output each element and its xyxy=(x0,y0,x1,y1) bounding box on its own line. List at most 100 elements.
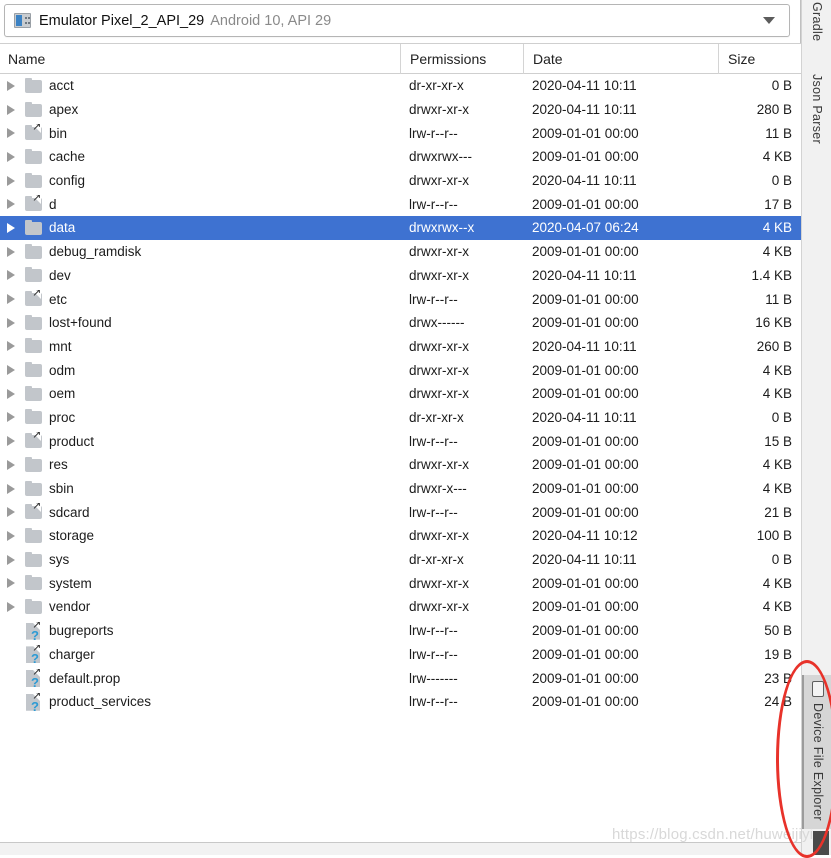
expand-arrow-icon[interactable] xyxy=(0,104,22,115)
column-header-size[interactable]: Size xyxy=(718,44,801,74)
file-size-cell: 16 KB xyxy=(755,315,792,331)
tool-tab-gradle-label: Gradle xyxy=(810,2,824,42)
file-date-cell: 2009-01-01 00:00 xyxy=(532,481,639,497)
file-permissions-cell: drwxr-xr-x xyxy=(409,386,469,402)
expand-arrow-icon[interactable] xyxy=(0,294,22,305)
column-header-name[interactable]: Name xyxy=(0,44,400,74)
file-permissions-cell: drwxr-xr-x xyxy=(409,102,469,118)
column-header-permissions[interactable]: Permissions xyxy=(400,44,523,74)
device-selector-combobox[interactable]: Emulator Pixel_2_API_29 Android 10, API … xyxy=(4,4,790,37)
file-date-cell: 2020-04-11 10:11 xyxy=(532,102,637,118)
device-phone-icon xyxy=(812,681,824,697)
file-name-label: charger xyxy=(49,646,95,662)
expand-arrow-icon[interactable] xyxy=(0,436,22,447)
table-row[interactable]: odm drwxr-xr-x 2009-01-01 00:00 4 KB xyxy=(0,358,801,382)
expand-arrow-icon[interactable] xyxy=(0,246,22,257)
table-row[interactable]: dev drwxr-xr-x 2020-04-11 10:11 1.4 KB xyxy=(0,264,801,288)
table-row[interactable]: ?bugreports lrw-r--r-- 2009-01-01 00:00 50 … xyxy=(0,619,801,643)
table-row[interactable]: d lrw-r--r-- 2009-01-01 00:00 17 B xyxy=(0,192,801,216)
expand-arrow-icon[interactable] xyxy=(0,388,22,399)
folder-icon xyxy=(22,314,46,332)
watermark-text: https://blog.csdn.net/huweijiyi xyxy=(612,826,814,843)
expand-arrow-icon[interactable] xyxy=(0,578,22,589)
table-row[interactable]: storage drwxr-xr-x 2020-04-11 10:12 100 B xyxy=(0,524,801,548)
file-row-name-cell: data xyxy=(0,219,400,237)
folder-icon xyxy=(22,243,46,261)
file-permissions-cell: drwxr-xr-x xyxy=(409,244,469,260)
table-row[interactable]: bin lrw-r--r-- 2009-01-01 00:00 11 B xyxy=(0,121,801,145)
expand-arrow-icon[interactable] xyxy=(0,222,22,233)
file-size-cell: 17 B xyxy=(764,196,792,212)
file-date-cell: 2020-04-11 10:11 xyxy=(532,552,637,568)
folder-icon xyxy=(22,551,46,569)
table-row[interactable]: debug_ramdisk drwxr-xr-x 2009-01-01 00:00 4… xyxy=(0,240,801,264)
file-row-name-cell: lost+found xyxy=(0,314,400,332)
tool-tab-gradle[interactable]: Gradle xyxy=(802,2,831,41)
table-row[interactable]: system drwxr-xr-x 2009-01-01 00:00 4 KB xyxy=(0,571,801,595)
table-row[interactable]: sbin drwxr-x--- 2009-01-01 00:00 4 KB xyxy=(0,477,801,501)
file-name-label: product_services xyxy=(49,694,152,710)
file-date-cell: 2020-04-07 06:24 xyxy=(532,220,639,236)
expand-arrow-icon[interactable] xyxy=(0,128,22,139)
expand-arrow-icon[interactable] xyxy=(0,412,22,423)
file-row-name-cell: config xyxy=(0,172,400,190)
table-row[interactable]: oem drwxr-xr-x 2009-01-01 00:00 4 KB xyxy=(0,382,801,406)
table-row[interactable]: product lrw-r--r-- 2009-01-01 00:00 15 B xyxy=(0,429,801,453)
expand-arrow-icon[interactable] xyxy=(0,483,22,494)
folder-icon xyxy=(22,172,46,190)
file-name-label: product xyxy=(49,433,95,449)
file-permissions-cell: drwxr-xr-x xyxy=(409,575,469,591)
table-row[interactable]: ?default.prop lrw------- 2009-01-01 00:00 2… xyxy=(0,666,801,690)
file-permissions-cell: drwxr-xr-x xyxy=(409,528,469,544)
file-permissions-cell: drwxr-xr-x xyxy=(409,173,469,189)
file-name-label: oem xyxy=(49,386,76,402)
table-row[interactable]: proc dr-xr-xr-x 2020-04-11 10:11 0 B xyxy=(0,406,801,430)
table-row[interactable]: data drwxrwx--x 2020-04-07 06:24 4 KB xyxy=(0,216,801,240)
file-date-cell: 2009-01-01 00:00 xyxy=(532,670,639,686)
expand-arrow-icon[interactable] xyxy=(0,80,22,91)
table-row[interactable]: res drwxr-xr-x 2009-01-01 00:00 4 KB xyxy=(0,453,801,477)
file-row-name-cell: debug_ramdisk xyxy=(0,243,400,261)
column-header-date[interactable]: Date xyxy=(523,44,718,74)
table-row[interactable]: sdcard lrw-r--r-- 2009-01-01 00:00 21 B xyxy=(0,500,801,524)
file-name-label: proc xyxy=(49,409,76,425)
file-name-label: bugreports xyxy=(49,623,114,639)
expand-arrow-icon[interactable] xyxy=(0,270,22,281)
file-size-cell: 15 B xyxy=(764,433,792,449)
table-row[interactable]: etc lrw-r--r-- 2009-01-01 00:00 11 B xyxy=(0,287,801,311)
expand-arrow-icon[interactable] xyxy=(0,601,22,612)
table-row[interactable]: ?product_services lrw-r--r-- 2009-01-01 00… xyxy=(0,690,801,714)
table-row[interactable]: acct dr-xr-xr-x 2020-04-11 10:11 0 B xyxy=(0,74,801,98)
expand-arrow-icon[interactable] xyxy=(0,507,22,518)
table-row[interactable]: ?charger lrw-r--r-- 2009-01-01 00:00 19 B xyxy=(0,643,801,667)
expand-arrow-icon[interactable] xyxy=(0,151,22,162)
expand-arrow-icon[interactable] xyxy=(0,530,22,541)
tool-tab-device-file-explorer[interactable]: Device File Explorer xyxy=(802,675,831,829)
table-row[interactable]: vendor drwxr-xr-x 2009-01-01 00:00 4 KB xyxy=(0,595,801,619)
table-row[interactable]: cache drwxrwx--- 2009-01-01 00:00 4 KB xyxy=(0,145,801,169)
chevron-down-icon[interactable] xyxy=(763,17,775,24)
file-row-name-cell: dev xyxy=(0,266,400,284)
expand-arrow-icon[interactable] xyxy=(0,175,22,186)
table-row[interactable]: apex drwxr-xr-x 2020-04-11 10:11 280 B xyxy=(0,98,801,122)
expand-arrow-icon[interactable] xyxy=(0,554,22,565)
expand-arrow-icon[interactable] xyxy=(0,199,22,210)
file-date-cell: 2009-01-01 00:00 xyxy=(532,244,639,260)
file-name-label: d xyxy=(49,196,57,212)
folder-icon xyxy=(22,77,46,95)
file-permissions-cell: dr-xr-xr-x xyxy=(409,552,464,568)
expand-arrow-icon[interactable] xyxy=(0,341,22,352)
expand-arrow-icon[interactable] xyxy=(0,365,22,376)
file-explorer-main-panel: Emulator Pixel_2_API_29 Android 10, API … xyxy=(0,0,801,855)
expand-arrow-icon[interactable] xyxy=(0,459,22,470)
folder-icon xyxy=(22,527,46,545)
file-permissions-cell: dr-xr-xr-x xyxy=(409,409,464,425)
file-row-name-cell: product xyxy=(0,432,400,450)
tool-tab-json-parser[interactable]: Json Parser xyxy=(802,74,831,144)
table-row[interactable]: mnt drwxr-xr-x 2020-04-11 10:11 260 B xyxy=(0,335,801,359)
folder-icon xyxy=(22,456,46,474)
table-row[interactable]: sys dr-xr-xr-x 2020-04-11 10:11 0 B xyxy=(0,548,801,572)
table-row[interactable]: config drwxr-xr-x 2020-04-11 10:11 0 B xyxy=(0,169,801,193)
expand-arrow-icon[interactable] xyxy=(0,317,22,328)
table-row[interactable]: lost+found drwx------ 2009-01-01 00:00 16 K… xyxy=(0,311,801,335)
